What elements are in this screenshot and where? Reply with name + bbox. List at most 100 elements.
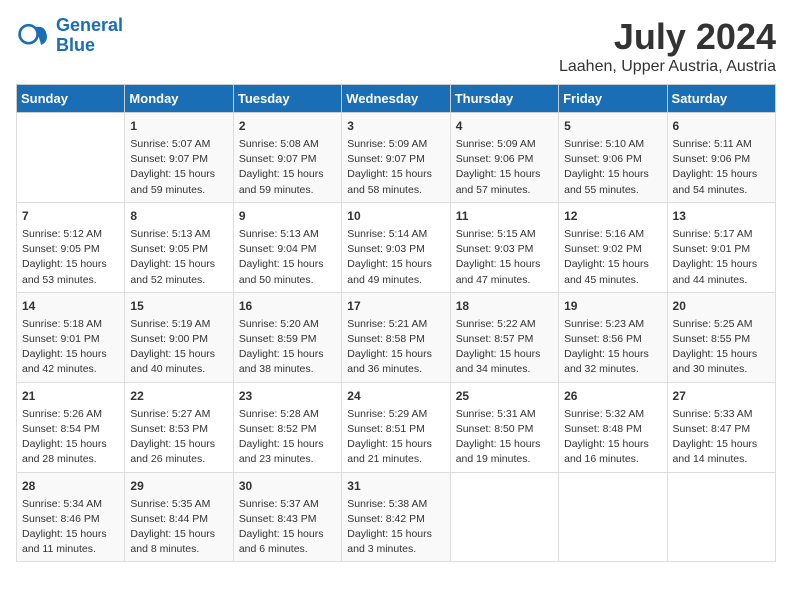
- day-cell: [450, 472, 558, 562]
- week-row-3: 14 Sunrise: 5:18 AM Sunset: 9:01 PM Dayli…: [17, 292, 776, 382]
- day-cell: 23Sunrise: 5:28 AM Sunset: 8:52 PM Dayli…: [233, 382, 341, 472]
- day-cell: [17, 113, 125, 203]
- day-number: 10: [347, 207, 444, 225]
- day-number: 7: [22, 207, 119, 225]
- day-number: 15: [130, 297, 227, 315]
- week-row-4: 21 Sunrise: 5:26 AM Sunset: 8:54 PM Dayli…: [17, 382, 776, 472]
- location-subtitle: Laahen, Upper Austria, Austria: [559, 58, 776, 76]
- day-cell: 16 Sunrise: 5:20 AM Sunset: 8:59 PM Dayli…: [233, 292, 341, 382]
- day-number: 25: [456, 387, 553, 405]
- day-info: Sunrise: 5:25 AM Sunset: 8:55 PM Dayligh…: [673, 317, 770, 378]
- title-block: July 2024 Laahen, Upper Austria, Austria: [559, 16, 776, 76]
- day-cell: 31 Sunrise: 5:38 AM Sunset: 8:42 PM Dayli…: [342, 472, 450, 562]
- logo: General Blue: [16, 16, 123, 56]
- day-cell: 9 Sunrise: 5:13 AM Sunset: 9:04 PM Daylig…: [233, 202, 341, 292]
- week-row-1: 1 Sunrise: 5:07 AM Sunset: 9:07 PM Daylig…: [17, 113, 776, 203]
- day-number: 5: [564, 117, 661, 135]
- day-number: 26: [564, 387, 661, 405]
- day-number: 1: [130, 117, 227, 135]
- logo-icon: [16, 18, 52, 54]
- day-cell: 15 Sunrise: 5:19 AM Sunset: 9:00 PM Dayli…: [125, 292, 233, 382]
- day-info: Sunrise: 5:19 AM Sunset: 9:00 PM Dayligh…: [130, 317, 227, 378]
- day-cell: 21 Sunrise: 5:26 AM Sunset: 8:54 PM Dayli…: [17, 382, 125, 472]
- day-cell: [667, 472, 775, 562]
- day-number: 29: [130, 477, 227, 495]
- day-number: 8: [130, 207, 227, 225]
- day-cell: 13 Sunrise: 5:17 AM Sunset: 9:01 PM Dayli…: [667, 202, 775, 292]
- day-number: 23: [239, 387, 336, 405]
- day-info: Sunrise: 5:18 AM Sunset: 9:01 PM Dayligh…: [22, 317, 119, 378]
- day-info: Sunrise: 5:07 AM Sunset: 9:07 PM Dayligh…: [130, 137, 227, 198]
- day-cell: 12 Sunrise: 5:16 AM Sunset: 9:02 PM Dayli…: [559, 202, 667, 292]
- day-cell: 14 Sunrise: 5:18 AM Sunset: 9:01 PM Dayli…: [17, 292, 125, 382]
- day-number: 9: [239, 207, 336, 225]
- day-cell: 25Sunrise: 5:31 AM Sunset: 8:50 PM Dayli…: [450, 382, 558, 472]
- day-info: Sunrise: 5:34 AM Sunset: 8:46 PM Dayligh…: [22, 497, 119, 558]
- day-info: Sunrise: 5:11 AM Sunset: 9:06 PM Dayligh…: [673, 137, 770, 198]
- day-info: Sunrise: 5:26 AM Sunset: 8:54 PM Dayligh…: [22, 407, 119, 468]
- day-info: Sunrise: 5:29 AM Sunset: 8:51 PM Dayligh…: [347, 407, 444, 468]
- day-info: Sunrise: 5:14 AM Sunset: 9:03 PM Dayligh…: [347, 227, 444, 288]
- day-cell: 10 Sunrise: 5:14 AM Sunset: 9:03 PM Dayli…: [342, 202, 450, 292]
- day-number: 13: [673, 207, 770, 225]
- day-cell: 6 Sunrise: 5:11 AM Sunset: 9:06 PM Daylig…: [667, 113, 775, 203]
- day-number: 31: [347, 477, 444, 495]
- day-cell: 1 Sunrise: 5:07 AM Sunset: 9:07 PM Daylig…: [125, 113, 233, 203]
- header-sunday: Sunday: [17, 85, 125, 113]
- day-info: Sunrise: 5:09 AM Sunset: 9:06 PM Dayligh…: [456, 137, 553, 198]
- day-number: 3: [347, 117, 444, 135]
- day-cell: 2 Sunrise: 5:08 AM Sunset: 9:07 PM Daylig…: [233, 113, 341, 203]
- day-number: 24: [347, 387, 444, 405]
- day-cell: 19 Sunrise: 5:23 AM Sunset: 8:56 PM Dayli…: [559, 292, 667, 382]
- day-info: Sunrise: 5:08 AM Sunset: 9:07 PM Dayligh…: [239, 137, 336, 198]
- day-cell: 4 Sunrise: 5:09 AM Sunset: 9:06 PM Daylig…: [450, 113, 558, 203]
- day-cell: [559, 472, 667, 562]
- month-year-title: July 2024: [559, 16, 776, 58]
- day-info: Sunrise: 5:13 AM Sunset: 9:04 PM Dayligh…: [239, 227, 336, 288]
- day-number: 22: [130, 387, 227, 405]
- day-number: 4: [456, 117, 553, 135]
- day-cell: 29Sunrise: 5:35 AM Sunset: 8:44 PM Dayli…: [125, 472, 233, 562]
- day-cell: 22 Sunrise: 5:27 AM Sunset: 8:53 PM Dayli…: [125, 382, 233, 472]
- day-number: 20: [673, 297, 770, 315]
- header-tuesday: Tuesday: [233, 85, 341, 113]
- header-monday: Monday: [125, 85, 233, 113]
- logo-text: General Blue: [56, 16, 123, 56]
- day-cell: 7Sunrise: 5:12 AM Sunset: 9:05 PM Daylig…: [17, 202, 125, 292]
- week-row-5: 28 Sunrise: 5:34 AM Sunset: 8:46 PM Dayli…: [17, 472, 776, 562]
- header-friday: Friday: [559, 85, 667, 113]
- day-number: 19: [564, 297, 661, 315]
- day-number: 11: [456, 207, 553, 225]
- day-cell: 8 Sunrise: 5:13 AM Sunset: 9:05 PM Daylig…: [125, 202, 233, 292]
- day-info: Sunrise: 5:23 AM Sunset: 8:56 PM Dayligh…: [564, 317, 661, 378]
- day-info: Sunrise: 5:10 AM Sunset: 9:06 PM Dayligh…: [564, 137, 661, 198]
- day-info: Sunrise: 5:17 AM Sunset: 9:01 PM Dayligh…: [673, 227, 770, 288]
- day-info: Sunrise: 5:09 AM Sunset: 9:07 PM Dayligh…: [347, 137, 444, 198]
- day-cell: 30 Sunrise: 5:37 AM Sunset: 8:43 PM Dayli…: [233, 472, 341, 562]
- day-number: 2: [239, 117, 336, 135]
- day-cell: 18Sunrise: 5:22 AM Sunset: 8:57 PM Dayli…: [450, 292, 558, 382]
- day-info: Sunrise: 5:16 AM Sunset: 9:02 PM Dayligh…: [564, 227, 661, 288]
- day-info: Sunrise: 5:27 AM Sunset: 8:53 PM Dayligh…: [130, 407, 227, 468]
- day-info: Sunrise: 5:22 AM Sunset: 8:57 PM Dayligh…: [456, 317, 553, 378]
- day-cell: 17Sunrise: 5:21 AM Sunset: 8:58 PM Dayli…: [342, 292, 450, 382]
- day-number: 14: [22, 297, 119, 315]
- calendar-header-row: SundayMondayTuesdayWednesdayThursdayFrid…: [17, 85, 776, 113]
- day-info: Sunrise: 5:38 AM Sunset: 8:42 PM Dayligh…: [347, 497, 444, 558]
- day-info: Sunrise: 5:13 AM Sunset: 9:05 PM Dayligh…: [130, 227, 227, 288]
- header-saturday: Saturday: [667, 85, 775, 113]
- day-cell: 3 Sunrise: 5:09 AM Sunset: 9:07 PM Daylig…: [342, 113, 450, 203]
- day-info: Sunrise: 5:37 AM Sunset: 8:43 PM Dayligh…: [239, 497, 336, 558]
- day-number: 30: [239, 477, 336, 495]
- day-cell: 20 Sunrise: 5:25 AM Sunset: 8:55 PM Dayli…: [667, 292, 775, 382]
- day-info: Sunrise: 5:32 AM Sunset: 8:48 PM Dayligh…: [564, 407, 661, 468]
- day-number: 6: [673, 117, 770, 135]
- day-cell: 11Sunrise: 5:15 AM Sunset: 9:03 PM Dayli…: [450, 202, 558, 292]
- day-cell: 28 Sunrise: 5:34 AM Sunset: 8:46 PM Dayli…: [17, 472, 125, 562]
- day-number: 12: [564, 207, 661, 225]
- day-number: 21: [22, 387, 119, 405]
- day-info: Sunrise: 5:20 AM Sunset: 8:59 PM Dayligh…: [239, 317, 336, 378]
- day-number: 17: [347, 297, 444, 315]
- day-number: 28: [22, 477, 119, 495]
- day-number: 16: [239, 297, 336, 315]
